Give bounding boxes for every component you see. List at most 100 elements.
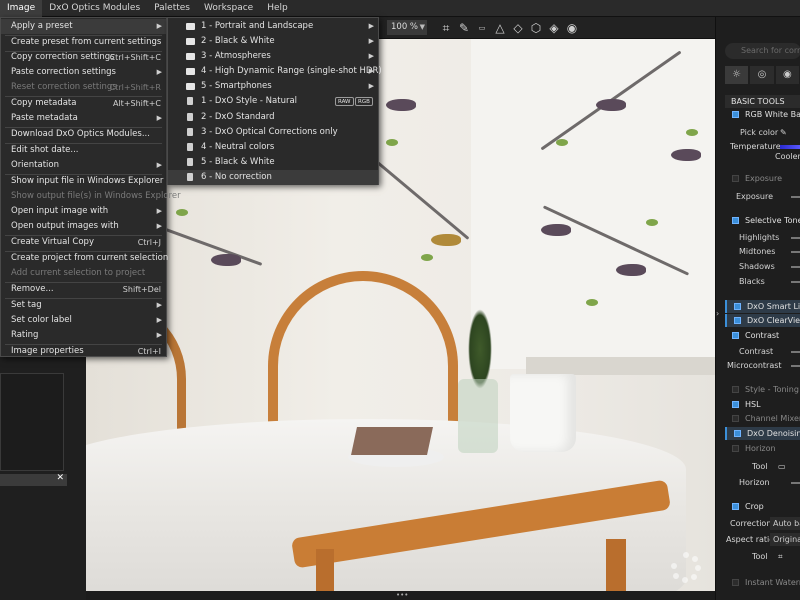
close-icon[interactable]: ✕ [56,473,64,483]
repair-icon[interactable]: ◈ [546,20,562,36]
menu-item-create-project[interactable]: Create project from current selection [1,251,168,266]
preset-neutral-colors[interactable]: 4 - Neutral colors [168,140,378,155]
menu-item-reset-correction[interactable]: Reset correction settings Ctrl+Shift+R [1,80,166,95]
menu-item-show-input-file[interactable]: Show input file in Windows Explorer [1,174,166,189]
preset-dxo-style-natural[interactable]: 1 - DxO Style - Natural RAW RGB [168,94,378,109]
enable-checkbox[interactable] [732,175,739,182]
folder-icon [186,83,195,90]
midtones-slider[interactable] [791,251,800,253]
channel-mixer-section[interactable]: Channel Mixer [725,412,800,425]
horizon-icon[interactable]: ▭ [474,20,490,36]
preset-black-white[interactable]: 5 - Black & White [168,155,378,170]
preset-optical-corrections-only[interactable]: 3 - DxO Optical Corrections only [168,125,378,140]
menu-item-paste-correction[interactable]: Paste correction settings ▶ [1,65,166,80]
preset-folder-hdr[interactable]: 4 - High Dynamic Range (single-shot HDR)… [168,64,382,79]
instant-watermark-section[interactable]: Instant Waterm [725,576,800,589]
perspective-icon[interactable]: △ [492,20,508,36]
enable-checkbox[interactable] [732,445,739,452]
crop-section[interactable]: Crop [725,500,800,513]
enable-checkbox[interactable] [734,303,741,310]
menu-item-orientation[interactable]: Orientation ▶ [1,158,166,173]
horizon-slider[interactable] [791,482,800,484]
left-panel-tab[interactable]: ✕ [0,473,67,486]
light-tab-icon[interactable]: ☼ [725,66,749,84]
color-tab-icon[interactable]: ◎ [750,66,774,84]
detail-tab-icon[interactable]: ◉ [775,66,799,84]
hsl-section[interactable]: HSL [725,398,800,411]
enable-checkbox[interactable] [732,111,739,118]
rgb-white-balance-section[interactable]: RGB White Bala [725,108,800,121]
menu-item-edit-shot-date[interactable]: Edit shot date... [1,143,166,158]
menu-item-paste-metadata[interactable]: Paste metadata ▶ [1,111,166,126]
basic-tools-header[interactable]: BASIC TOOLS [725,95,800,108]
perspective-rect-icon[interactable]: ◇ [510,20,526,36]
horizon-tool-icon[interactable]: ▭ [778,460,786,473]
enable-checkbox[interactable] [734,430,741,437]
contrast-slider[interactable] [791,351,800,353]
menu-item-image-properties[interactable]: Image properties Ctrl+I [1,344,166,359]
highlights-slider[interactable] [791,237,800,239]
shadows-slider[interactable] [791,266,800,268]
menu-item-set-color-label[interactable]: Set color label ▶ [1,313,166,328]
menu-item-rating[interactable]: Rating ▶ [1,328,166,343]
submenu-arrow-icon: ▶ [368,67,374,75]
denoising-section[interactable]: DxO Denoising [725,427,800,440]
smart-lighting-section[interactable]: DxO Smart Ligh [725,300,800,313]
eyedropper-icon[interactable]: ✎ [456,20,472,36]
crop-icon[interactable]: ⌗ [438,20,454,36]
menu-item-apply-preset[interactable]: Apply a preset ▶ [1,19,166,34]
preset-folder-atmospheres[interactable]: 3 - Atmospheres ▶ [168,49,378,64]
menu-item-download-modules[interactable]: Download DxO Optics Modules... [1,127,166,142]
menu-item-add-to-project[interactable]: Add current selection to project [1,266,166,281]
temperature-slider[interactable] [780,145,800,149]
eyedropper-icon[interactable]: ✎ [780,126,787,139]
menu-palettes[interactable]: Palettes [147,0,197,17]
menu-item-create-preset[interactable]: Create preset from current settings [1,35,166,50]
menu-item-copy-metadata[interactable]: Copy metadata Alt+Shift+C [1,96,166,111]
preset-folder-portrait-landscape[interactable]: 1 - Portrait and Landscape ▶ [168,19,378,34]
resize-handle-icon[interactable]: ••• [396,592,408,599]
menu-item-create-virtual-copy[interactable]: Create Virtual Copy Ctrl+J [1,235,166,250]
enable-checkbox[interactable] [732,401,739,408]
chevron-right-icon[interactable]: › [716,309,721,318]
menu-workspace[interactable]: Workspace [197,0,260,17]
clearview-section[interactable]: DxO ClearView [725,314,800,327]
enable-checkbox[interactable] [732,386,739,393]
photo-cake [351,427,433,455]
exposure-slider[interactable] [791,196,800,198]
local-adjust-icon[interactable]: ⬡ [528,20,544,36]
enable-checkbox[interactable] [732,217,739,224]
horizon-section[interactable]: Horizon [725,442,800,455]
menu-item-open-input-with[interactable]: Open input image with ▶ [1,204,166,219]
preset-dxo-standard[interactable]: 2 - DxO Standard [168,110,378,125]
contrast-section[interactable]: Contrast [725,329,800,342]
correction-select[interactable]: Auto ba [770,517,800,530]
enable-checkbox[interactable] [732,415,739,422]
aspect-ratio-select[interactable]: Original [770,533,800,546]
enable-checkbox[interactable] [732,332,739,339]
selective-tone-section[interactable]: Selective Tone [725,214,800,227]
apply-preset-submenu: 1 - Portrait and Landscape ▶ 2 - Black & … [167,17,382,185]
menu-help[interactable]: Help [260,0,295,17]
exposure-section[interactable]: Exposure [725,172,800,185]
style-toning-section[interactable]: Style - Toning [725,383,800,396]
menu-item-open-output-with[interactable]: Open output images with ▶ [1,219,166,234]
preset-folder-black-white[interactable]: 2 - Black & White ▶ [168,34,378,49]
menu-image[interactable]: Image [0,0,43,17]
preview-eye-icon[interactable]: ◉ [564,20,580,36]
menu-item-remove[interactable]: Remove... Shift+Del [1,282,166,297]
enable-checkbox[interactable] [732,579,739,586]
enable-checkbox[interactable] [734,317,741,324]
menu-item-copy-correction[interactable]: Copy correction settings Ctrl+Shift+C [1,50,166,65]
menu-item-set-tag[interactable]: Set tag ▶ [1,298,166,313]
menu-dxo-optics-modules[interactable]: DxO Optics Modules [42,0,147,17]
blacks-slider[interactable] [791,281,800,283]
menu-item-show-output-files[interactable]: Show output file(s) in Windows Explorer [1,189,181,204]
zoom-select[interactable]: 100 % ▼ [387,20,427,35]
crop-icon[interactable]: ⌗ [778,550,783,563]
enable-checkbox[interactable] [732,503,739,510]
preset-folder-smartphones[interactable]: 5 - Smartphones ▶ [168,79,378,94]
correction-search-input[interactable]: Search for corr [725,43,800,59]
preset-no-correction[interactable]: 6 - No correction [168,170,378,185]
microcontrast-slider[interactable] [791,365,800,367]
